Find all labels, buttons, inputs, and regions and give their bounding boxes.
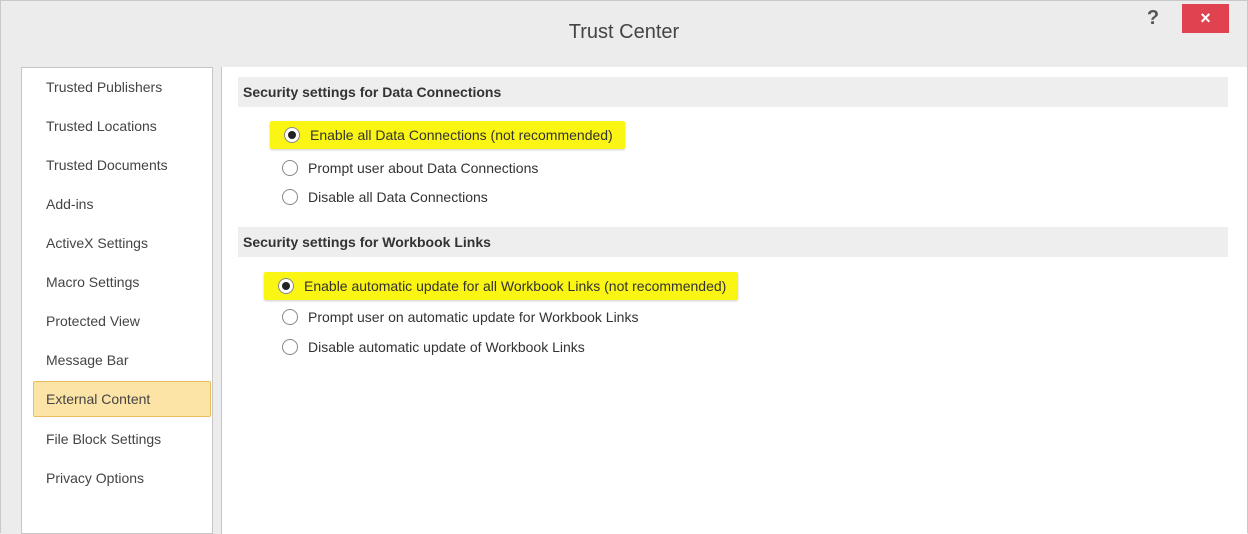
radio-unchecked-icon [282,160,298,176]
option-label: Prompt user about Data Connections [308,160,539,176]
radio-prompt-data-connections[interactable]: Prompt user about Data Connections [282,156,538,180]
category-nav: Trusted Publishers Trusted Locations Tru… [21,67,213,534]
radio-disable-data-connections[interactable]: Disable all Data Connections [282,185,488,209]
nav-item-file-block-settings[interactable]: File Block Settings [34,422,210,456]
option-label: Prompt user on automatic update for Work… [308,309,639,325]
close-button[interactable]: × [1182,4,1229,33]
radio-prompt-workbook-links-update[interactable]: Prompt user on automatic update for Work… [282,305,638,329]
radio-enable-workbook-links-update[interactable]: Enable automatic update for all Workbook… [264,272,739,300]
nav-item-trusted-documents[interactable]: Trusted Documents [34,148,210,182]
title-bar: Trust Center ? × [1,1,1247,67]
option-label: Enable all Data Connections (not recomme… [310,127,613,143]
help-button[interactable]: ? [1139,7,1167,29]
radio-checked-icon [278,278,294,294]
nav-item-privacy-options[interactable]: Privacy Options [34,461,210,495]
radio-checked-icon [284,127,300,143]
section-header-data-connections: Security settings for Data Connections [238,77,1228,107]
close-icon: × [1200,8,1211,28]
dialog-body: Trusted Publishers Trusted Locations Tru… [1,67,1247,534]
radio-unchecked-icon [282,189,298,205]
trust-center-dialog: Trust Center ? × Trusted Publishers Trus… [0,0,1248,534]
nav-item-activex-settings[interactable]: ActiveX Settings [34,226,210,260]
radio-enable-data-connections[interactable]: Enable all Data Connections (not recomme… [270,121,625,149]
settings-panel: Security settings for Data Connections E… [221,67,1247,534]
nav-item-add-ins[interactable]: Add-ins [34,187,210,221]
dialog-title: Trust Center [568,21,680,43]
radio-unchecked-icon [282,339,298,355]
section-header-workbook-links: Security settings for Workbook Links [238,227,1228,257]
option-label: Disable all Data Connections [308,189,488,205]
nav-item-external-content[interactable]: External Content [33,381,211,417]
nav-item-trusted-publishers[interactable]: Trusted Publishers [34,70,210,104]
option-label: Disable automatic update of Workbook Lin… [308,339,585,355]
radio-disable-workbook-links-update[interactable]: Disable automatic update of Workbook Lin… [282,335,585,359]
radio-unchecked-icon [282,309,298,325]
help-icon: ? [1146,7,1160,29]
nav-item-message-bar[interactable]: Message Bar [34,343,210,377]
nav-item-protected-view[interactable]: Protected View [34,304,210,338]
option-label: Enable automatic update for all Workbook… [304,278,727,294]
nav-item-macro-settings[interactable]: Macro Settings [34,265,210,299]
nav-item-trusted-locations[interactable]: Trusted Locations [34,109,210,143]
